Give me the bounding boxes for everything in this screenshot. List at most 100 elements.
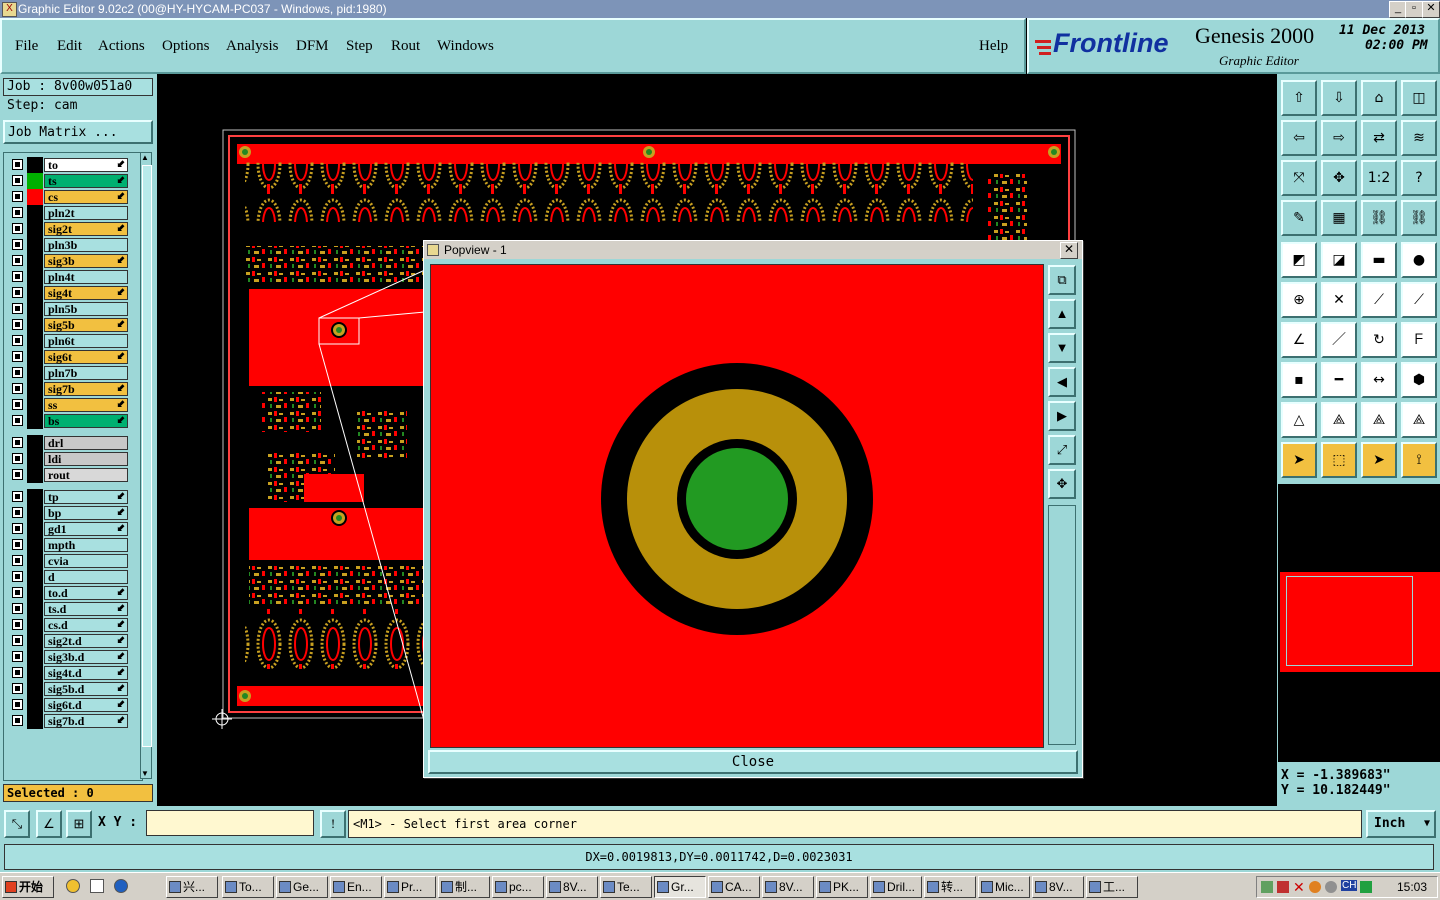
triangle-icon[interactable]: △ (1281, 402, 1317, 438)
menu-dfm[interactable]: DFM (296, 38, 329, 55)
layer-checkbox[interactable] (12, 399, 23, 410)
taskbar-task-button[interactable]: Pr... (384, 876, 436, 898)
connect-red-icon[interactable]: ⟋ (1401, 282, 1437, 318)
layer-name[interactable]: pln2t (44, 206, 128, 220)
taskbar-task-button[interactable]: Mic... (978, 876, 1030, 898)
notes-app-icon[interactable] (90, 879, 104, 893)
layer-name[interactable]: sig4t ⬋ (44, 286, 128, 300)
layers-red-icon[interactable]: ⛓ (1361, 200, 1397, 236)
layer-row-sig2t[interactable]: sig2t ⬋ (10, 221, 128, 237)
layer-name[interactable]: to.d ⬋ (44, 586, 128, 600)
menu-file[interactable]: File (15, 38, 38, 55)
layer-color-swatch[interactable] (27, 221, 43, 237)
layer-name[interactable]: sig4t.d ⬋ (44, 666, 128, 680)
clock-app-icon[interactable] (66, 879, 80, 893)
layer-checkbox[interactable] (12, 367, 23, 378)
layer-name[interactable]: cvia (44, 554, 128, 568)
layers-red2-icon[interactable]: ⛓ (1401, 200, 1437, 236)
layer-name[interactable]: sig2t ⬋ (44, 222, 128, 236)
layer-color-swatch[interactable] (27, 397, 43, 413)
layer-checkbox[interactable] (12, 469, 23, 480)
trace-icon[interactable]: ━ (1321, 362, 1357, 398)
home-up-icon[interactable]: ⇧ (1281, 80, 1317, 116)
layer-color-swatch[interactable] (27, 173, 43, 189)
layer-row-cs[interactable]: cs ⬋ (10, 189, 128, 205)
layer-checkbox[interactable] (12, 191, 23, 202)
zoom-1-2-icon[interactable]: 1:2 (1361, 160, 1397, 196)
triangle-c-icon[interactable]: ⟁ (1361, 402, 1397, 438)
layer-row-sig6t-d[interactable]: sig6t.d ⬋ (10, 697, 128, 713)
layer-checkbox[interactable] (12, 619, 23, 630)
popview-pan-left-icon[interactable]: ◀ (1048, 367, 1076, 397)
layer-color-swatch[interactable] (27, 553, 43, 569)
layer-name[interactable]: pln5b (44, 302, 128, 316)
angle-icon[interactable]: ∠ (1281, 322, 1317, 358)
layer-name[interactable]: gd1 ⬋ (44, 522, 128, 536)
maximize-button[interactable]: ▫ (1405, 1, 1423, 18)
layer-name[interactable]: d (44, 570, 128, 584)
menu-edit[interactable]: Edit (57, 38, 82, 55)
popview-zoom-in-icon[interactable]: ✥ (1048, 469, 1076, 499)
layer-color-swatch[interactable] (27, 537, 43, 553)
taskbar-task-button[interactable]: CA... (708, 876, 760, 898)
select-net-icon[interactable]: ⟟ (1401, 442, 1437, 478)
layer-checkbox[interactable] (12, 287, 23, 298)
layer-row-ldi[interactable]: ldi (10, 451, 128, 467)
layer-color-swatch[interactable] (27, 285, 43, 301)
layer-color-swatch[interactable] (27, 681, 43, 697)
layer-checkbox[interactable] (12, 223, 23, 234)
layer-name[interactable]: pln7b (44, 366, 128, 380)
popview-zoom-out-icon[interactable]: ⤢ (1048, 435, 1076, 465)
layer-color-swatch[interactable] (27, 569, 43, 585)
tray-close-icon[interactable]: ✕ (1293, 879, 1305, 896)
layer-color-swatch[interactable] (27, 505, 43, 521)
layer-name[interactable]: ts ⬋ (44, 174, 128, 188)
popview-pan-right-icon[interactable]: ▶ (1048, 401, 1076, 431)
layer-name[interactable]: sig5b ⬋ (44, 318, 128, 332)
layer-checkbox[interactable] (12, 539, 23, 550)
menu-step[interactable]: Step (346, 38, 373, 55)
layer-checkbox[interactable] (12, 507, 23, 518)
taskbar-task-button[interactable]: Te... (600, 876, 652, 898)
layer-checkbox[interactable] (12, 175, 23, 186)
select-box-icon[interactable]: ⬚ (1321, 442, 1357, 478)
layer-row-gd1[interactable]: gd1 ⬋ (10, 521, 128, 537)
layer-row-sig7b[interactable]: sig7b ⬋ (10, 381, 128, 397)
help-icon[interactable]: ? (1401, 160, 1437, 196)
zoom-center-icon[interactable]: ✥ (1321, 160, 1357, 196)
layer-color-swatch[interactable] (27, 617, 43, 633)
layer-row-d[interactable]: d (10, 569, 128, 585)
layer-checkbox[interactable] (12, 667, 23, 678)
layer-checkbox[interactable] (12, 383, 23, 394)
pan-left-icon[interactable]: ⇦ (1281, 120, 1317, 156)
layer-checkbox[interactable] (12, 453, 23, 464)
layer-checkbox[interactable] (12, 351, 23, 362)
ie-browser-icon[interactable] (114, 879, 128, 893)
triangle-b-icon[interactable]: ⟁ (1321, 402, 1357, 438)
layer-checkbox[interactable] (12, 303, 23, 314)
layer-color-swatch[interactable] (27, 489, 43, 505)
layer-row-sig3b-d[interactable]: sig3b.d ⬋ (10, 649, 128, 665)
layer-row-sig4t-d[interactable]: sig4t.d ⬋ (10, 665, 128, 681)
layer-name[interactable]: sig5b.d ⬋ (44, 682, 128, 696)
layer-color-swatch[interactable] (27, 697, 43, 713)
layer-name[interactable]: drl (44, 436, 128, 450)
layer-name[interactable]: pln6t (44, 334, 128, 348)
tray-lang[interactable]: CH (1341, 880, 1358, 891)
layer-color-swatch[interactable] (27, 649, 43, 665)
layer-color-swatch[interactable] (27, 237, 43, 253)
layer-color-swatch[interactable] (27, 713, 43, 729)
layer-color-swatch[interactable] (27, 253, 43, 269)
layer-checkbox[interactable] (12, 159, 23, 170)
layer-color-swatch[interactable] (27, 269, 43, 285)
layer-checkbox[interactable] (12, 207, 23, 218)
layer-color-swatch[interactable] (27, 451, 43, 467)
layer-row-cvia[interactable]: cvia (10, 553, 128, 569)
layer-name[interactable]: ldi (44, 452, 128, 466)
layer-row-drl[interactable]: drl (10, 435, 128, 451)
layer-color-swatch[interactable] (27, 467, 43, 483)
layer-row-ss[interactable]: ss ⬋ (10, 397, 128, 413)
layer-row-pln3b[interactable]: pln3b (10, 237, 128, 253)
ruler-icon[interactable]: ▬ (1361, 242, 1397, 278)
shapes-icon[interactable]: ⬢ (1401, 362, 1437, 398)
